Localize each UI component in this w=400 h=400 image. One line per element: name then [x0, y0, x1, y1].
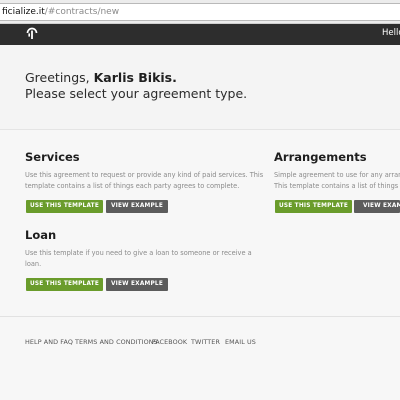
logo-icon[interactable] — [25, 27, 39, 41]
services-title: Services — [25, 150, 80, 164]
address-bar[interactable]: ficialize.it/#contracts/new — [0, 3, 400, 21]
services-card: Services Use this agreement to request o… — [25, 150, 263, 192]
arrangements-description: Simple agreement to use for any arrange T… — [274, 170, 400, 192]
url-host: ficialize.it — [2, 7, 45, 17]
arrangements-use-template-button[interactable]: USE THIS TEMPLATE — [275, 200, 352, 213]
greeting-heading: Greetings, Karlis Bikis. — [25, 70, 177, 85]
services-desc-line-2: template contains a list of things each … — [25, 182, 240, 190]
user-name: Karlis Bikis. — [93, 70, 177, 85]
top-navigation: Hello, — [0, 24, 400, 45]
greeting-subtitle: Please select your agreement type. — [25, 86, 248, 101]
user-greeting[interactable]: Hello, — [382, 28, 400, 38]
arrangements-desc-line-1: Simple agreement to use for any arrange — [274, 171, 400, 179]
footer-divider — [0, 316, 400, 317]
loan-description: Use this template if you need to give a … — [25, 248, 252, 270]
services-view-example-button[interactable]: VIEW EXAMPLE — [106, 200, 168, 213]
arrangements-view-example-button[interactable]: VIEW EXAMPLE — [354, 200, 400, 213]
loan-use-template-button[interactable]: USE THIS TEMPLATE — [26, 278, 103, 291]
footer-link-help[interactable]: HELP AND FAQ — [25, 338, 73, 346]
arrangements-desc-line-2: This template contains a list of things … — [274, 182, 400, 190]
greeting-prefix: Greetings, — [25, 70, 94, 85]
footer-link-twitter[interactable]: TWITTER — [191, 338, 220, 346]
loan-card: Loan Use this template if you need to gi… — [25, 228, 252, 270]
arrangements-card: Arrangements Simple agreement to use for… — [274, 150, 400, 192]
footer-link-email[interactable]: EMAIL US — [225, 338, 256, 346]
welcome-banner: Greetings, Karlis Bikis. Please select y… — [0, 45, 400, 130]
loan-desc-line-2: loan. — [25, 260, 42, 268]
loan-view-example-button[interactable]: VIEW EXAMPLE — [106, 278, 168, 291]
footer-link-facebook[interactable]: FACEBOOK — [152, 338, 187, 346]
loan-title: Loan — [25, 228, 57, 242]
services-use-template-button[interactable]: USE THIS TEMPLATE — [26, 200, 103, 213]
services-desc-line-1: Use this agreement to request or provide… — [25, 171, 264, 179]
url-path: /#contracts/new — [44, 7, 120, 17]
loan-desc-line-1: Use this template if you need to give a … — [25, 249, 252, 257]
footer-link-terms[interactable]: TERMS AND CONDITIONS — [75, 338, 158, 346]
browser-toolbar: ficialize.it/#contracts/new — [0, 0, 400, 24]
services-description: Use this agreement to request or provide… — [25, 170, 263, 192]
arrangements-title: Arrangements — [274, 150, 367, 164]
